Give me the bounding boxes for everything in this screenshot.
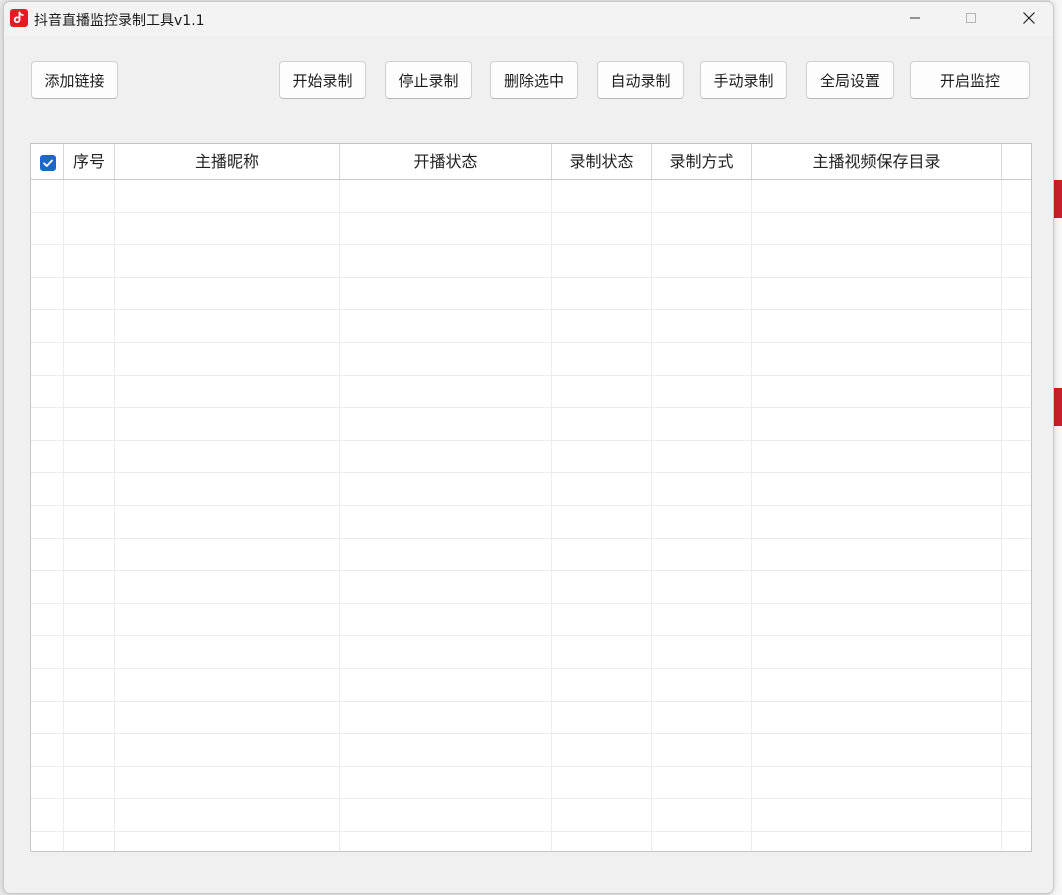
maximize-icon bbox=[966, 13, 976, 23]
table-row bbox=[31, 506, 1031, 539]
close-icon bbox=[1023, 12, 1035, 24]
window-title: 抖音直播监控录制工具v1.1 bbox=[34, 13, 205, 29]
table-row bbox=[31, 245, 1031, 278]
table-row bbox=[31, 636, 1031, 669]
table-header: 序号 主播昵称 开播状态 录制状态 录制方式 主播视频保存目录 bbox=[31, 144, 1031, 180]
column-divider bbox=[63, 180, 64, 851]
column-divider bbox=[651, 180, 652, 851]
table-row bbox=[31, 734, 1031, 767]
manual-record-button[interactable]: 手动录制 bbox=[700, 61, 787, 99]
table-row bbox=[31, 799, 1031, 832]
title-bar[interactable]: 抖音直播监控录制工具v1.1 bbox=[4, 2, 1053, 36]
table-row bbox=[31, 278, 1031, 311]
column-header-nickname[interactable]: 主播昵称 bbox=[115, 144, 340, 179]
column-divider bbox=[551, 180, 552, 851]
table-row bbox=[31, 571, 1031, 604]
minimize-icon bbox=[910, 17, 920, 19]
column-divider bbox=[339, 180, 340, 851]
table-row bbox=[31, 441, 1031, 474]
column-header-record-mode[interactable]: 录制方式 bbox=[652, 144, 752, 179]
column-divider bbox=[114, 180, 115, 851]
table-row bbox=[31, 473, 1031, 506]
column-divider bbox=[751, 180, 752, 851]
table-row bbox=[31, 539, 1031, 572]
minimize-button[interactable] bbox=[886, 2, 944, 36]
table-row bbox=[31, 310, 1031, 343]
table-row bbox=[31, 213, 1031, 246]
streamer-table[interactable]: 序号 主播昵称 开播状态 录制状态 录制方式 主播视频保存目录 bbox=[30, 143, 1032, 852]
table-row bbox=[31, 702, 1031, 735]
select-all-checkbox[interactable] bbox=[40, 155, 56, 171]
table-body bbox=[31, 180, 1031, 851]
table-row bbox=[31, 180, 1031, 213]
main-window: 抖音直播监控录制工具v1.1 添加链接 开始录制 停止录制 删除选中 自动录制 … bbox=[3, 1, 1054, 894]
close-button[interactable] bbox=[1000, 2, 1053, 36]
column-header-record-status[interactable]: 录制状态 bbox=[552, 144, 652, 179]
global-settings-button[interactable]: 全局设置 bbox=[806, 61, 894, 99]
table-row bbox=[31, 604, 1031, 637]
maximize-button[interactable] bbox=[942, 2, 1000, 36]
table-row bbox=[31, 408, 1031, 441]
column-header-live-status[interactable]: 开播状态 bbox=[340, 144, 552, 179]
select-all-column bbox=[31, 144, 64, 179]
add-link-button[interactable]: 添加链接 bbox=[31, 61, 118, 99]
stop-record-button[interactable]: 停止录制 bbox=[385, 61, 472, 99]
table-row bbox=[31, 376, 1031, 409]
app-logo-icon bbox=[10, 9, 28, 27]
check-icon bbox=[43, 159, 53, 167]
column-header-save-directory[interactable]: 主播视频保存目录 bbox=[752, 144, 1002, 179]
start-monitor-button[interactable]: 开启监控 bbox=[910, 61, 1030, 99]
column-header-index[interactable]: 序号 bbox=[64, 144, 115, 179]
table-row bbox=[31, 669, 1031, 702]
table-row bbox=[31, 343, 1031, 376]
delete-selected-button[interactable]: 删除选中 bbox=[490, 61, 578, 99]
start-record-button[interactable]: 开始录制 bbox=[279, 61, 366, 99]
column-header-filler bbox=[1002, 144, 1031, 179]
table-row bbox=[31, 767, 1031, 800]
auto-record-button[interactable]: 自动录制 bbox=[597, 61, 684, 99]
column-divider bbox=[1001, 180, 1002, 851]
